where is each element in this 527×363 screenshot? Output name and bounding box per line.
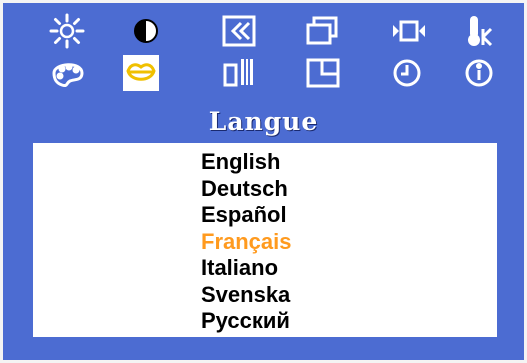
language-option-francais[interactable]: Français: [201, 229, 292, 256]
osd-position-icon[interactable]: [305, 55, 341, 91]
language-list: English Deutsch Español Français Italian…: [201, 149, 292, 335]
language-option-russian[interactable]: Русский: [201, 308, 292, 335]
osd-timeout-icon[interactable]: [389, 55, 425, 91]
sharpness-icon[interactable]: [221, 55, 257, 91]
language-option-svenska[interactable]: Svenska: [201, 282, 292, 309]
contrast-icon[interactable]: [128, 13, 164, 49]
language-option-espanol[interactable]: Español: [201, 202, 292, 229]
brightness-icon[interactable]: [49, 13, 85, 49]
osd-menu: Langue English Deutsch Español Français …: [0, 0, 527, 363]
video-input-icon[interactable]: [391, 13, 427, 49]
size-icon[interactable]: [304, 13, 340, 49]
color-temperature-icon[interactable]: [461, 13, 497, 49]
color-palette-icon[interactable]: [50, 55, 86, 91]
information-icon[interactable]: [461, 55, 497, 91]
menu-title: Langue: [208, 107, 319, 136]
language-list-panel: English Deutsch Español Français Italian…: [33, 143, 497, 337]
language-icon[interactable]: [123, 55, 159, 91]
language-option-deutsch[interactable]: Deutsch: [201, 176, 292, 203]
horizontal-position-icon[interactable]: [221, 13, 257, 49]
language-option-english[interactable]: English: [201, 149, 292, 176]
language-option-italiano[interactable]: Italiano: [201, 255, 292, 282]
